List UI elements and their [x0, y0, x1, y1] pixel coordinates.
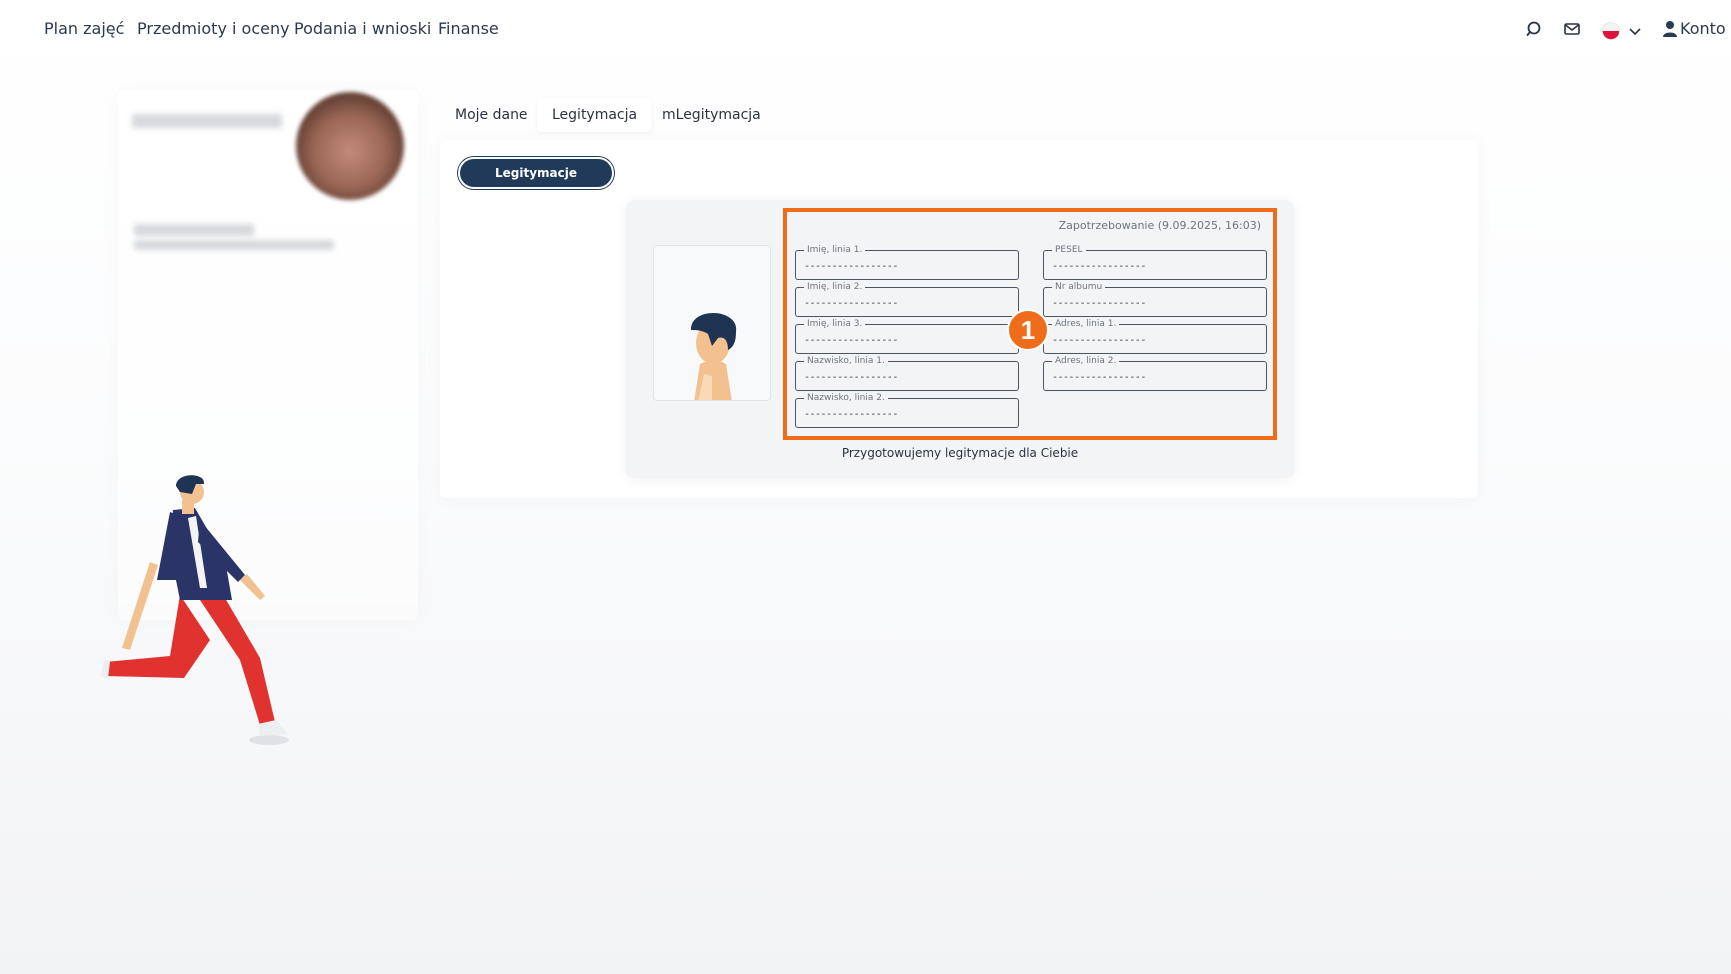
blurred-detail	[134, 224, 254, 236]
field-address-line-1: Adres, linia 1. -----------------	[1043, 318, 1267, 354]
tab-moje-dane[interactable]: Moje dane	[440, 98, 543, 132]
demand-timestamp: Zapotrzebowanie (9.09.2025, 16:03)	[1058, 219, 1261, 232]
nav-podania-i-wnioski[interactable]: Podania i wnioski	[294, 19, 431, 38]
nav-przedmioty-i-oceny[interactable]: Przedmioty i oceny	[137, 19, 290, 38]
field-first-name-line-1: Imię, linia 1. -----------------	[795, 244, 1019, 280]
user-icon[interactable]	[1662, 20, 1678, 42]
chevron-down-icon[interactable]	[1628, 23, 1642, 42]
legitymacje-studenckie-button[interactable]: Legitymacje studenckie	[458, 157, 614, 208]
field-first-name-line-2: Imię, linia 2. -----------------	[795, 281, 1019, 317]
flag-pl-icon[interactable]	[1601, 22, 1621, 44]
nav-finanse[interactable]: Finanse	[438, 19, 499, 38]
field-first-name-line-3: Imię, linia 3. -----------------	[795, 318, 1019, 354]
nav-plan-zajec[interactable]: Plan zajęć	[44, 19, 124, 38]
field-last-name-line-2: Nazwisko, linia 2. -----------------	[795, 392, 1019, 428]
tab-legitymacja[interactable]: Legitymacja	[537, 98, 653, 132]
search-icon[interactable]	[1525, 20, 1543, 42]
tab-mlegitymacja[interactable]: mLegitymacja	[647, 98, 776, 132]
field-album-number: Nr albumu -----------------	[1043, 281, 1267, 317]
blurred-detail	[134, 240, 334, 250]
person-silhouette-icon	[690, 312, 737, 400]
account-menu[interactable]: Konto	[1680, 19, 1726, 38]
field-last-name-line-1: Nazwisko, linia 1. -----------------	[795, 355, 1019, 391]
blurred-name	[132, 114, 282, 128]
preparing-caption: Przygotowujemy legitymacje dla Ciebie	[841, 446, 1079, 460]
id-photo-placeholder	[653, 245, 771, 401]
field-address-line-2: Adres, linia 2. -----------------	[1043, 355, 1267, 391]
avatar	[296, 92, 404, 200]
field-pesel: PESEL -----------------	[1043, 244, 1267, 280]
step-number-badge: 1	[1007, 309, 1049, 351]
top-navigation: Plan zajęć Przedmioty i oceny Podania i …	[0, 0, 1731, 60]
mail-icon[interactable]	[1563, 20, 1581, 42]
walking-person-illustration	[100, 470, 300, 754]
